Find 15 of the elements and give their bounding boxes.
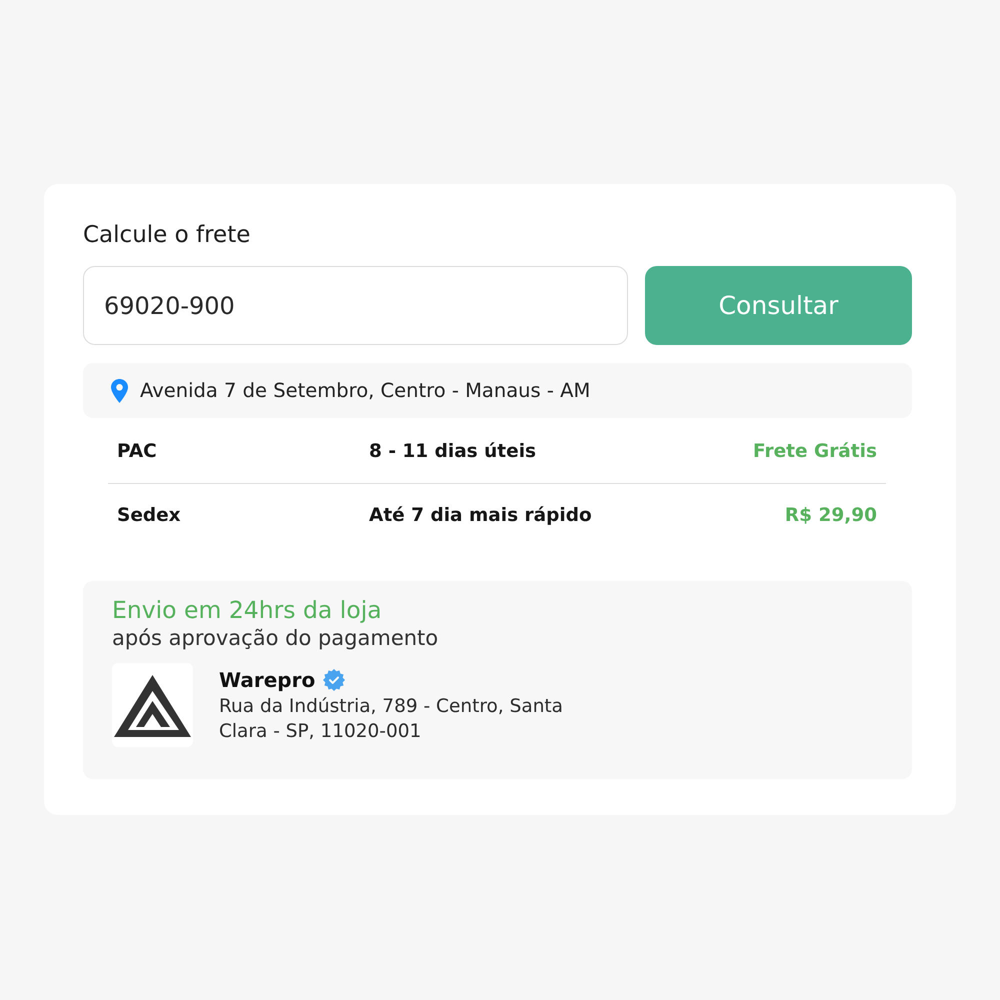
address-text: Avenida 7 de Setembro, Centro - Manaus - AM (140, 379, 590, 402)
shipping-price: Frete Grátis (753, 440, 877, 462)
section-title: Calcule o frete (83, 221, 250, 250)
cep-input-field[interactable]: 69020-900 (83, 266, 628, 345)
dispatch-headline: Envio em 24hrs da loja (112, 595, 382, 625)
dispatch-subtitle: após aprovação do pagamento (112, 625, 438, 652)
delivery-time: Até 7 dia mais rápido (369, 504, 592, 526)
triangle-logo-icon (112, 663, 193, 747)
service-name: Sedex (117, 504, 181, 526)
store-address: Rua da Indústria, 789 - Centro, Santa Clara - SP, 11020-001 (219, 695, 564, 744)
map-pin-icon (111, 378, 128, 402)
shipping-price: R$ 29,90 (784, 504, 877, 526)
store-name: Warepro (219, 667, 316, 694)
service-name: PAC (117, 440, 157, 462)
delivery-time: 8 - 11 dias úteis (369, 440, 536, 462)
